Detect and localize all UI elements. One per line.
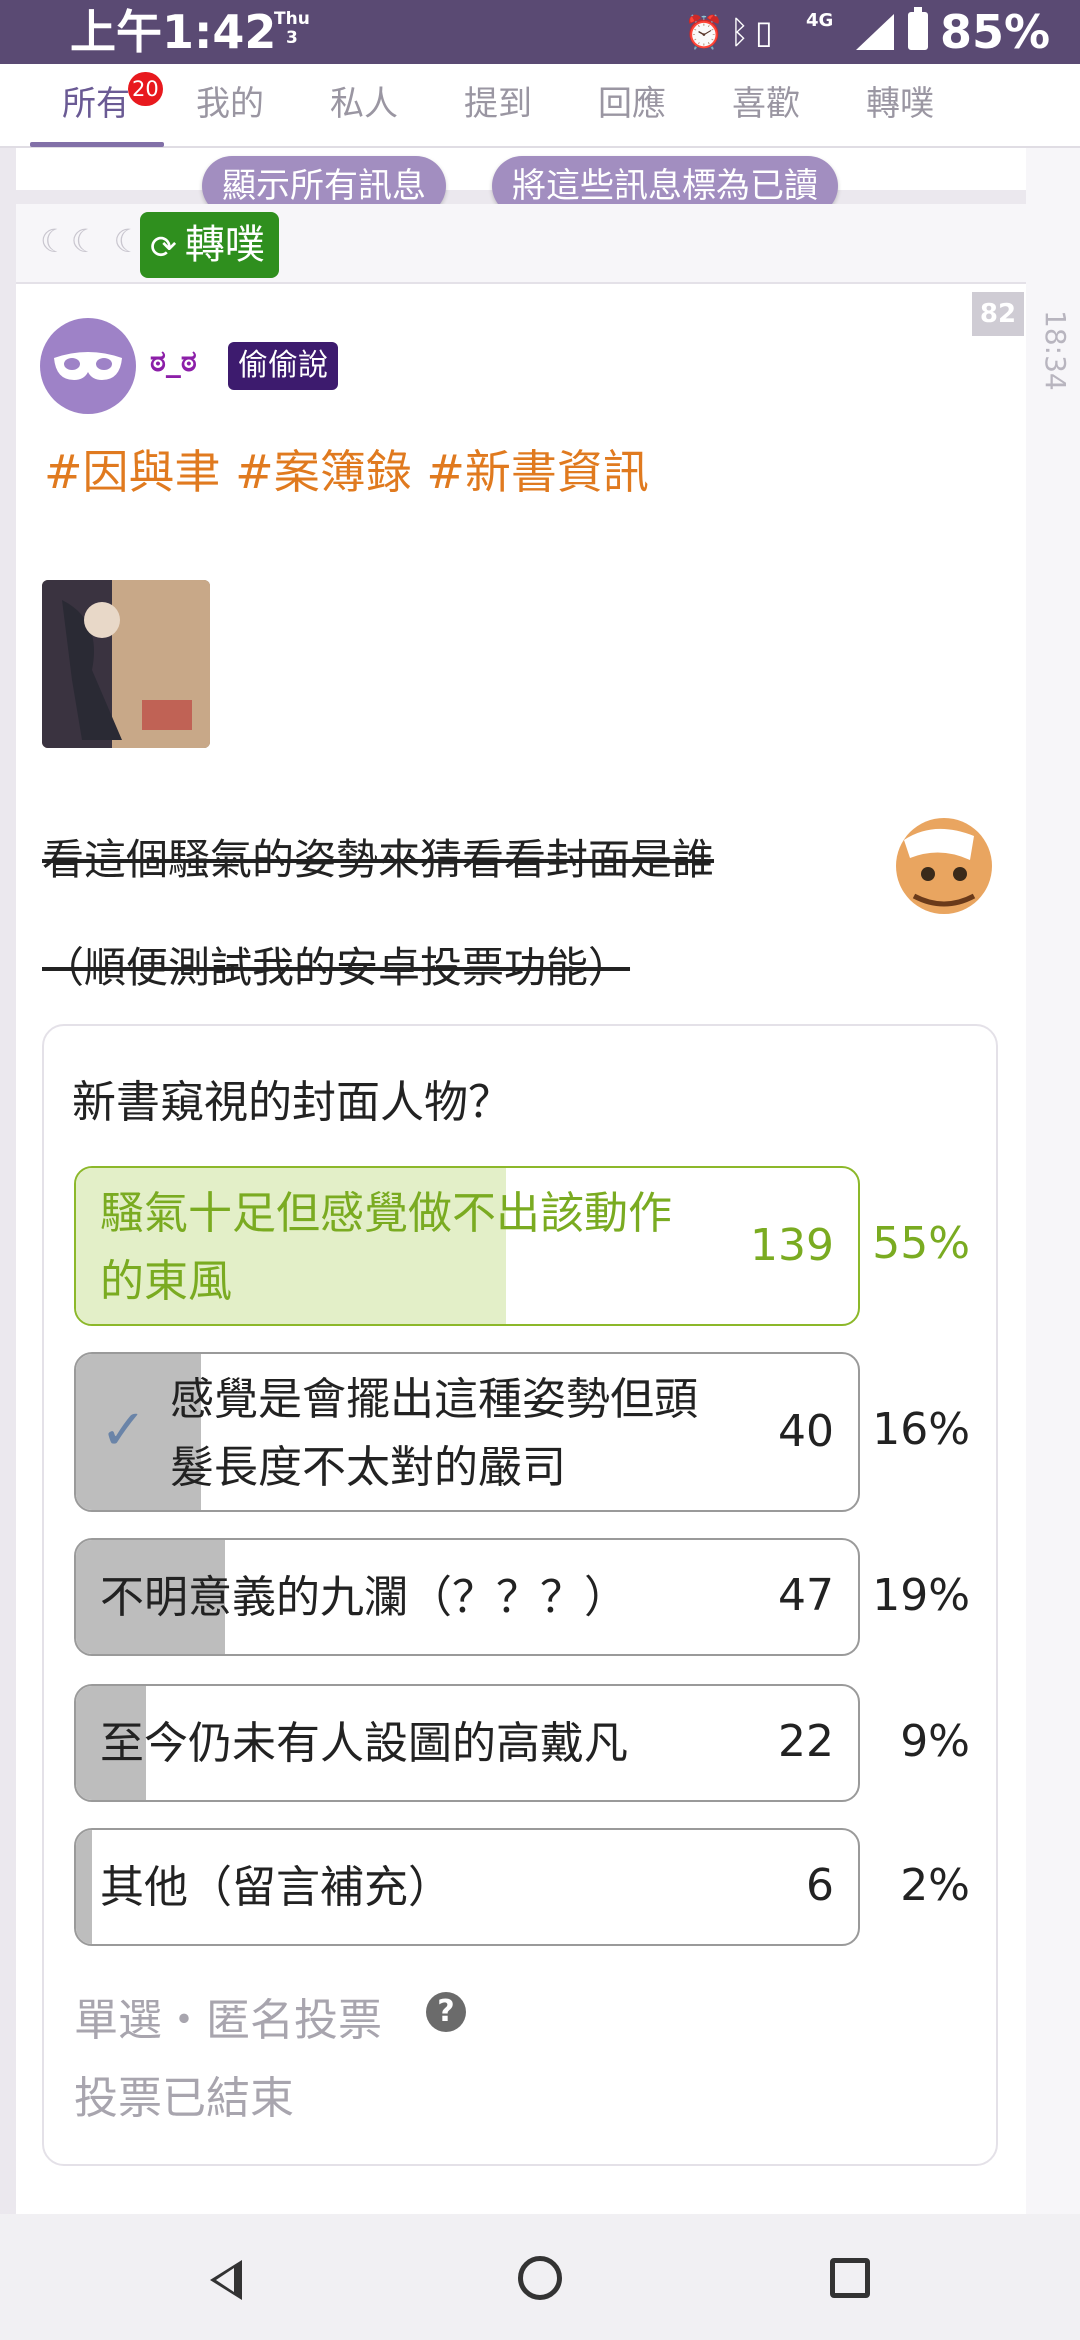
- poll-option-percent: 19%: [872, 1570, 970, 1621]
- book-cover-thumbnail[interactable]: [42, 580, 210, 748]
- poll-option-label: 至今仍未有人設圖的高戴凡: [100, 1718, 628, 1769]
- poll-type: 單選・匿名投票: [74, 1995, 382, 2046]
- poll-option-count: 139: [750, 1220, 834, 1271]
- poll-option-label: 不明意義的九瀾（？？？）: [100, 1572, 628, 1623]
- refresh-icon: ⟳: [150, 228, 177, 266]
- poll-option-4[interactable]: 至今仍未有人設圖的高戴凡 22: [74, 1684, 860, 1802]
- vibrate-icon: ▯: [755, 13, 779, 51]
- clock: 上午1:42: [70, 5, 277, 59]
- status-icons: ⏰ᛒ▯: [684, 14, 779, 50]
- poll-option-label-line1: 感覺是會擺出這種姿勢但頭: [170, 1374, 698, 1425]
- username[interactable]: ಠ_ಠ: [150, 344, 197, 379]
- poll-option-label-line1: 騷氣十足但感覺做不出該動作: [100, 1188, 672, 1239]
- tab-replurks[interactable]: 轉噗: [866, 82, 934, 126]
- struck-text-line-2: （順便測試我的安卓投票功能）: [42, 943, 631, 992]
- poll-option-count: 22: [778, 1716, 834, 1767]
- struck-text-line-1: 看這個騷氣的姿勢來猜看看封面是誰: [42, 835, 715, 884]
- hashtags[interactable]: #因與聿 #案簿錄 #新書資訊: [44, 436, 649, 502]
- home-icon[interactable]: [518, 2256, 562, 2300]
- poll-option-label-line2: 髮長度不太對的嚴司: [170, 1442, 566, 1493]
- poll-option-1[interactable]: 騷氣十足但感覺做不出該動作 的東風 139: [74, 1166, 860, 1326]
- poll-option-count: 40: [778, 1406, 834, 1457]
- tab-likes[interactable]: 喜歡: [732, 82, 800, 126]
- tab-mine[interactable]: 我的: [196, 82, 264, 126]
- poll-option-percent: 2%: [900, 1860, 970, 1911]
- replurk-button[interactable]: ⟳ 轉噗: [140, 212, 279, 278]
- poll-option-label: 其他（留言補充）: [100, 1862, 452, 1913]
- poll-option-label-line2: 的東風: [100, 1256, 232, 1307]
- poll-option-3[interactable]: 不明意義的九瀾（？？？） 47: [74, 1538, 860, 1656]
- poll-option-2[interactable]: ✓ 感覺是會擺出這種姿勢但頭 髮長度不太對的嚴司 40: [74, 1352, 860, 1512]
- avatar[interactable]: [40, 318, 136, 414]
- mask-icon: [54, 352, 122, 380]
- poll-option-percent: 16%: [872, 1404, 970, 1455]
- poll-option-percent: 55%: [872, 1218, 970, 1269]
- status-bar: 上午1:42 Thu 3 ⏰ᛒ▯ 4G 85%: [0, 0, 1080, 64]
- unread-badge: 20: [128, 72, 163, 106]
- poll-question: 新書窺視的封面人物？: [72, 1077, 512, 1128]
- back-icon[interactable]: [210, 2260, 242, 2300]
- poll-option-5[interactable]: 其他（留言補充） 6: [74, 1828, 860, 1946]
- response-count: 82: [972, 292, 1024, 336]
- replurk-label: 轉噗: [184, 222, 265, 268]
- timeline-rail: [1026, 148, 1080, 2214]
- poll-status: 投票已結束: [74, 2073, 294, 2124]
- battery-percent: 85%: [940, 5, 1051, 59]
- help-icon[interactable]: ?: [426, 1992, 466, 2032]
- filter-tabs: 所有 20 我的 私人 提到 回應 喜歡 轉噗: [0, 64, 1080, 148]
- book-cover-image: [42, 580, 210, 748]
- alarm-icon: ⏰: [684, 13, 730, 51]
- tab-mentions[interactable]: 提到: [464, 82, 532, 126]
- tab-responses[interactable]: 回應: [598, 82, 666, 126]
- network-type: 4G: [806, 10, 834, 31]
- battery-icon: [908, 7, 928, 50]
- poll-option-percent: 9%: [900, 1716, 970, 1767]
- day-number: 3: [285, 28, 298, 48]
- recent-apps-icon[interactable]: [830, 2258, 870, 2298]
- tab-private[interactable]: 私人: [330, 82, 398, 126]
- qualifier-badge: 偷偷說: [228, 342, 338, 390]
- tab-all[interactable]: 所有: [62, 82, 130, 126]
- bluetooth-icon: ᛒ: [729, 13, 756, 51]
- signal-icon: [856, 14, 894, 50]
- day-indicator: Thu 3: [274, 10, 310, 48]
- tiger-emoticon-icon: [874, 800, 998, 924]
- poll-bar-fill: [76, 1830, 92, 1944]
- plurk-timestamp: 18:34: [1039, 310, 1072, 391]
- emoticon: [874, 800, 998, 924]
- day-name: Thu: [274, 9, 310, 29]
- active-tab-indicator: [30, 142, 164, 147]
- poll-option-count: 6: [806, 1860, 834, 1911]
- voted-check-icon: ✓: [100, 1398, 147, 1463]
- poll-option-count: 47: [778, 1570, 834, 1621]
